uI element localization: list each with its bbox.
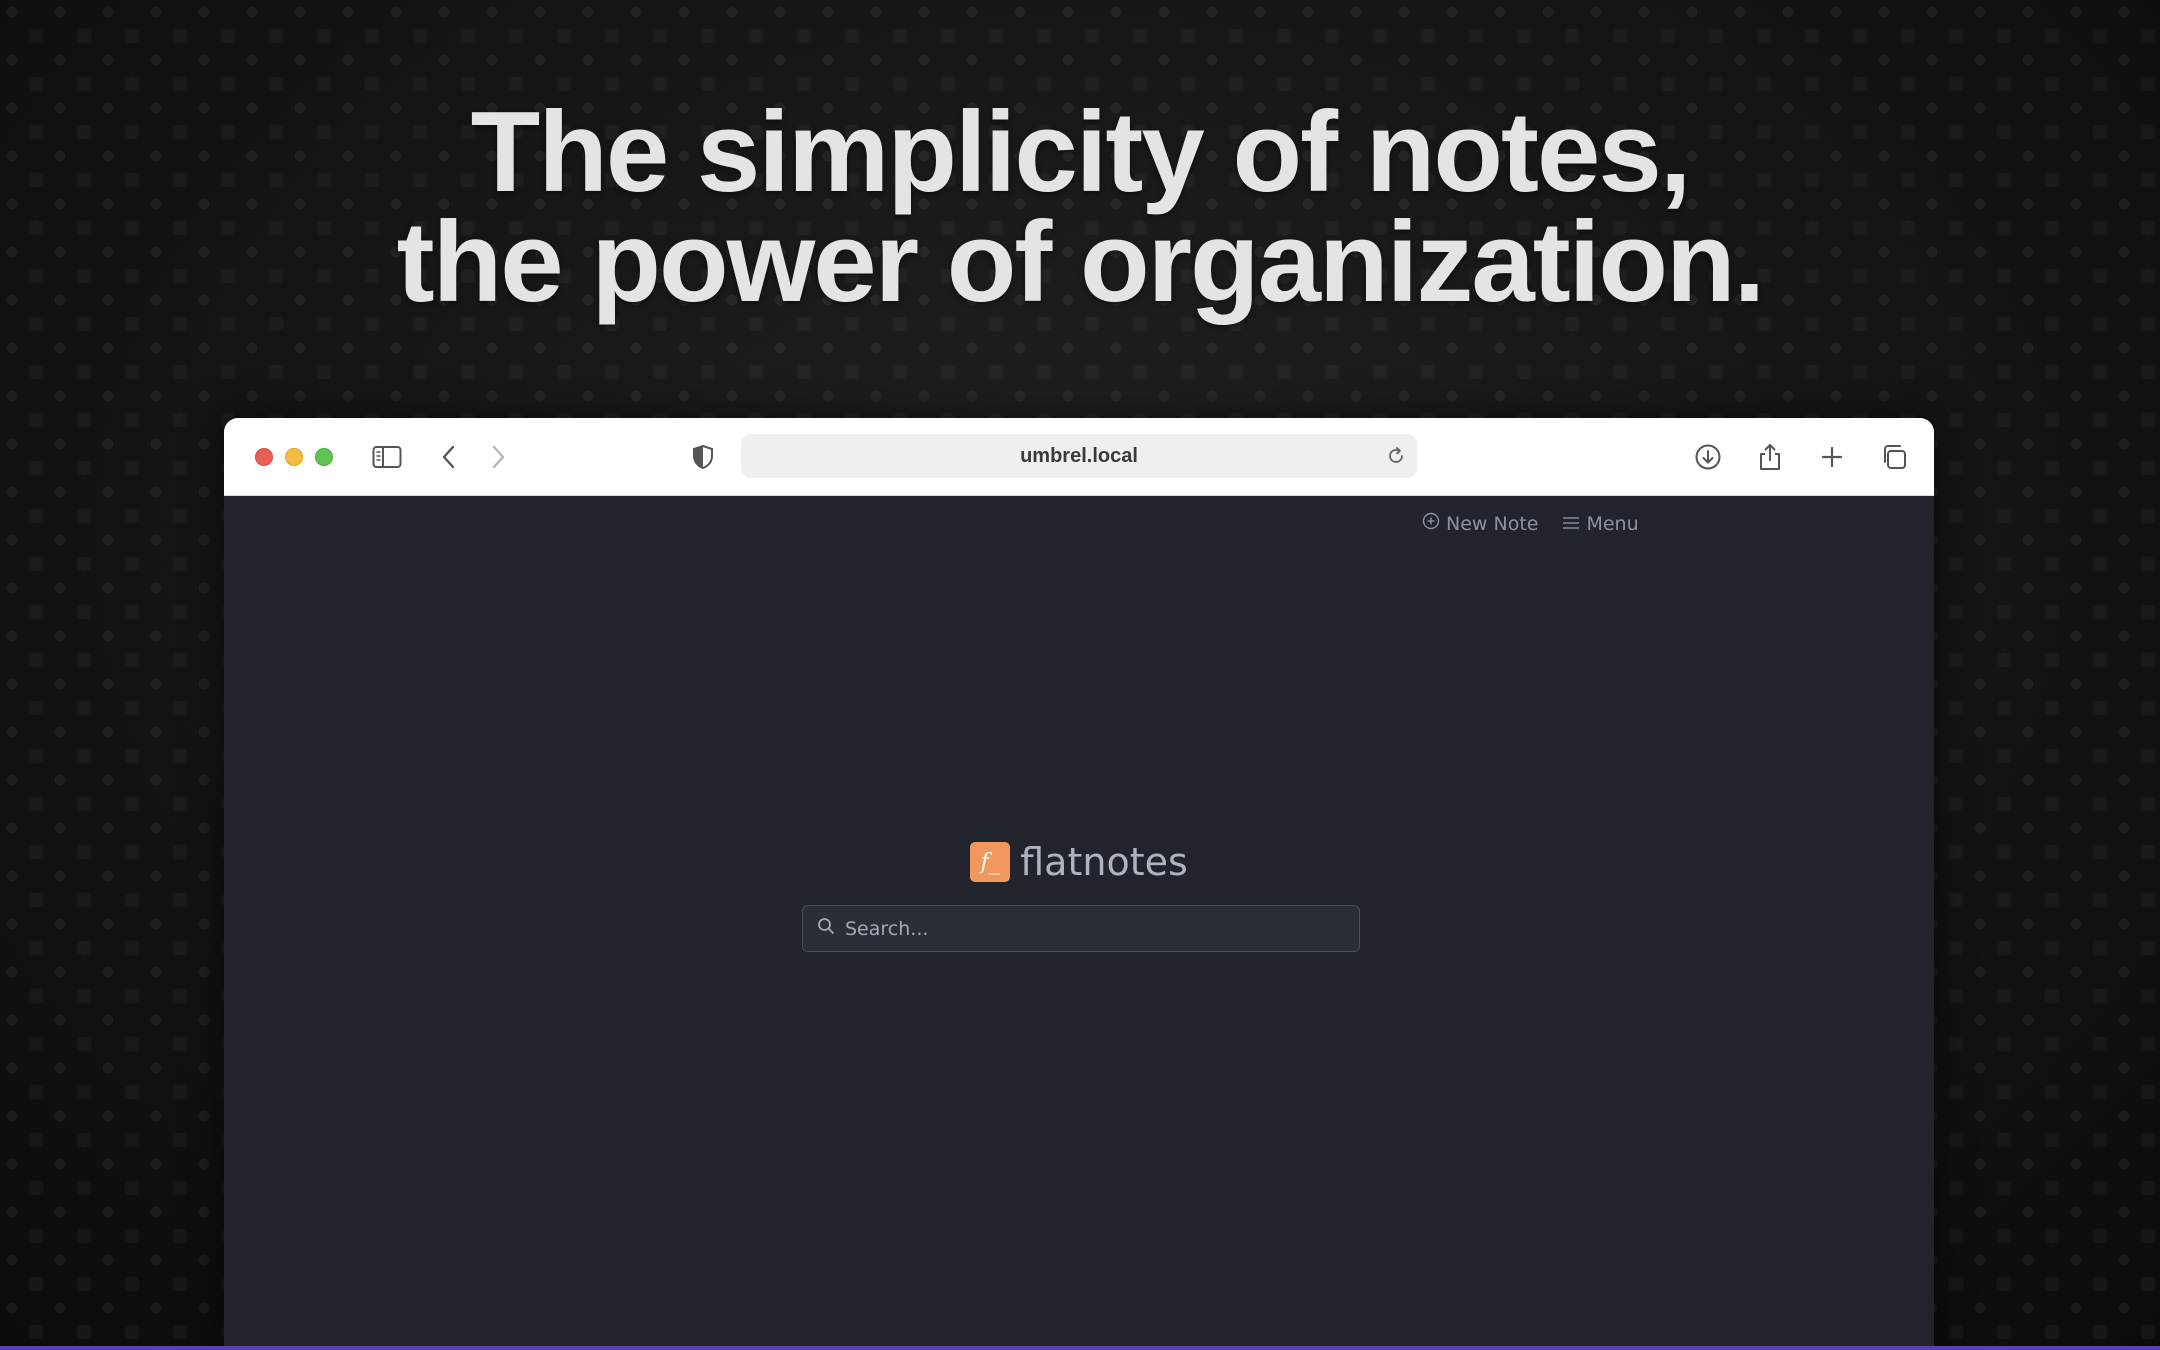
zoom-window-button[interactable]	[315, 448, 333, 466]
app-top-nav: New Note Menu	[1422, 512, 1639, 535]
new-note-label: New Note	[1446, 512, 1539, 535]
share-icon[interactable]	[1753, 440, 1787, 474]
address-bar[interactable]: umbrel.local	[741, 434, 1417, 478]
menu-button[interactable]: Menu	[1562, 512, 1639, 535]
menu-label: Menu	[1586, 512, 1639, 535]
search-input[interactable]	[845, 917, 1335, 940]
address-url: umbrel.local	[1020, 444, 1138, 467]
browser-toolbar: umbrel.local	[224, 418, 1934, 496]
headline-line-1: The simplicity of notes,	[470, 89, 1692, 216]
headline-line-2: the power of organization.	[396, 199, 1766, 326]
marketing-headline: The simplicity of notes, the power of or…	[0, 89, 2160, 326]
browser-window: umbrel.local New Note Menu f_ flatnotes …	[224, 418, 1934, 1350]
flatnotes-logo: f_	[970, 842, 1011, 882]
hamburger-icon	[1562, 513, 1580, 535]
shield-icon[interactable]	[686, 440, 720, 474]
bottom-accent-bar	[0, 1346, 2160, 1350]
app-brand: f_ flatnotes	[224, 840, 1934, 884]
download-icon[interactable]	[1691, 440, 1725, 474]
sidebar-icon[interactable]	[370, 440, 404, 474]
plus-circle-icon	[1422, 512, 1440, 535]
minimize-window-button[interactable]	[285, 448, 303, 466]
app-name: flatnotes	[1020, 840, 1188, 884]
tabs-icon[interactable]	[1877, 440, 1911, 474]
app-content: New Note Menu f_ flatnotes	[224, 496, 1934, 1350]
search-icon	[817, 917, 835, 940]
search-box[interactable]	[802, 905, 1360, 952]
close-window-button[interactable]	[255, 448, 273, 466]
reload-icon[interactable]	[1383, 443, 1409, 469]
forward-icon[interactable]	[481, 440, 515, 474]
back-icon[interactable]	[432, 440, 466, 474]
new-note-button[interactable]: New Note	[1422, 512, 1538, 535]
plus-icon[interactable]	[1815, 440, 1849, 474]
